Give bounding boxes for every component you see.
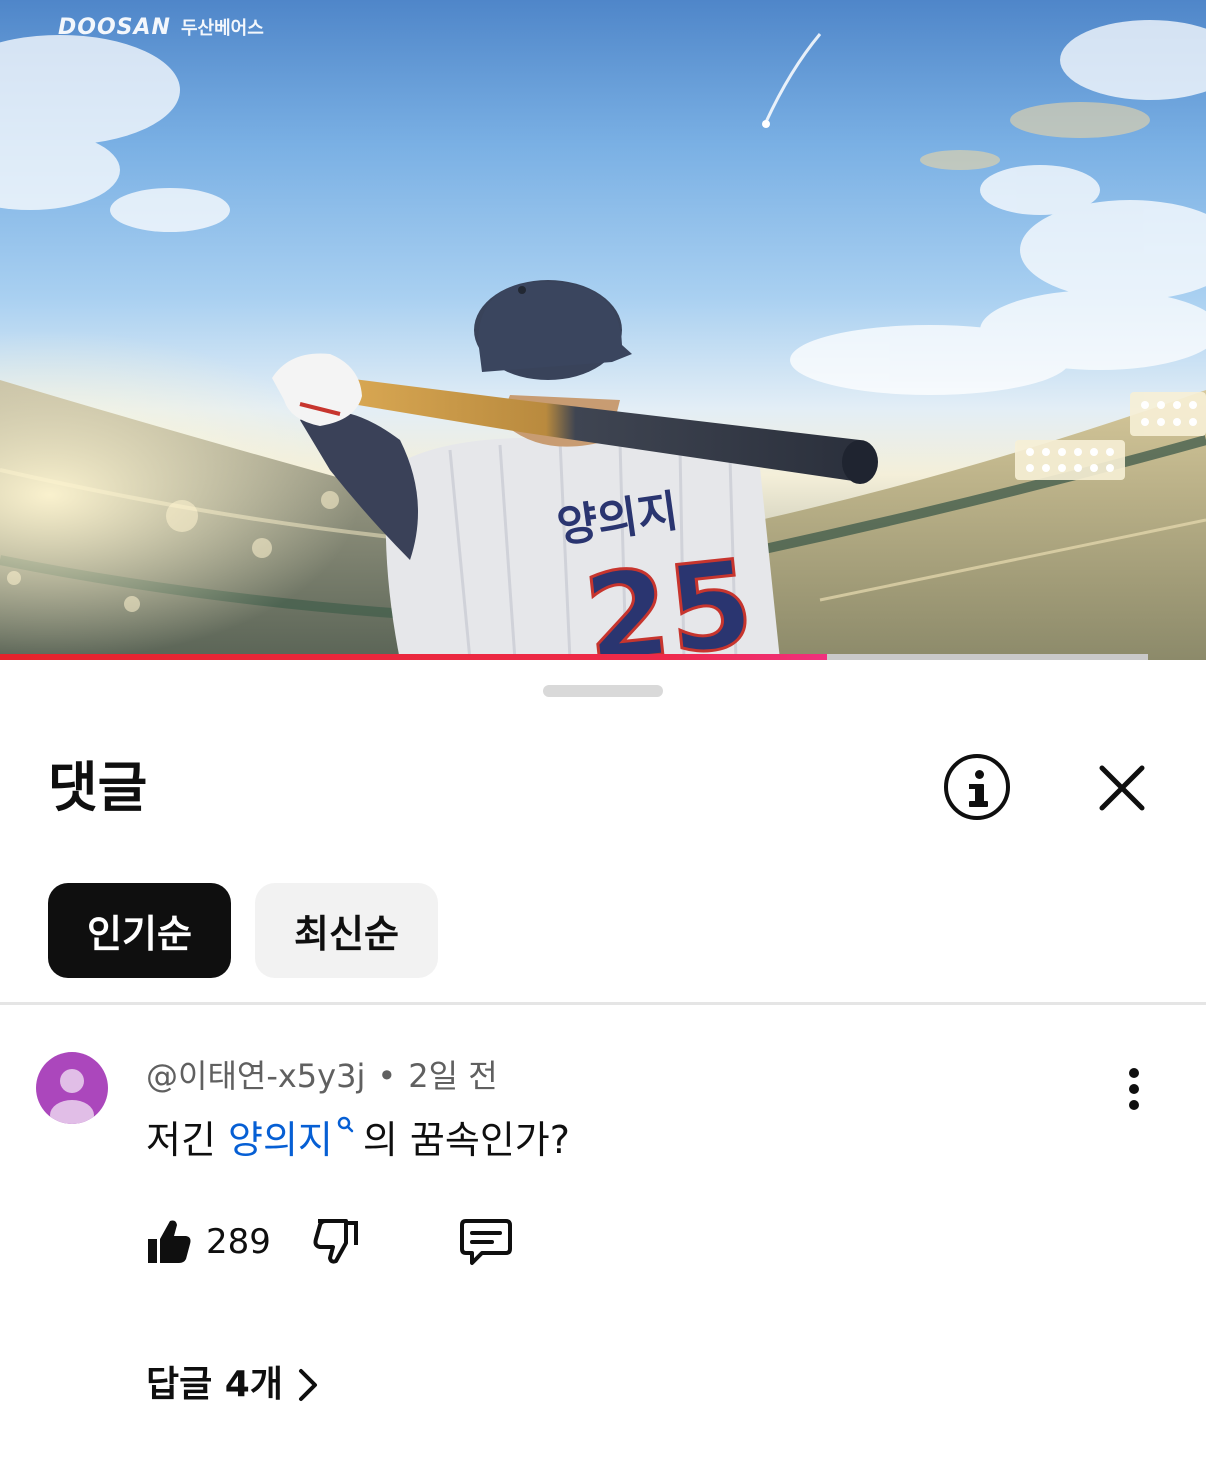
kebab-dot: [1129, 1068, 1139, 1078]
info-button[interactable]: [944, 754, 1010, 820]
sheet-drag-handle[interactable]: [543, 685, 663, 697]
comment-text-after: 의 꿈속인가?: [362, 1118, 570, 1162]
reply-button[interactable]: [460, 1217, 512, 1267]
comment-search-link[interactable]: 양의지: [228, 1116, 363, 1162]
comment-meta: @이태연-x5y3j • 2일 전: [146, 1056, 498, 1096]
video-frame-illustration: 양의지 25: [0, 20, 1206, 660]
comment-link-text: 양의지: [228, 1118, 333, 1162]
search-icon: [337, 1116, 354, 1133]
kebab-dot: [1129, 1100, 1139, 1110]
comment-bubble-icon: [460, 1219, 512, 1265]
meta-separator: •: [377, 1057, 397, 1095]
view-replies-button[interactable]: 답글 4개: [146, 1360, 319, 1410]
close-icon: [1099, 765, 1145, 811]
jersey-number: 25: [579, 535, 760, 660]
chevron-right-icon: [298, 1369, 317, 1401]
comment-author[interactable]: @이태연-x5y3j: [146, 1057, 365, 1095]
avatar[interactable]: [36, 1052, 108, 1124]
thumbs-down-icon: [313, 1219, 358, 1264]
dislike-button[interactable]: [312, 1217, 360, 1265]
sort-tab-label: 최신순: [294, 912, 399, 956]
channel-watermark: DOOSAN 두산베어스: [58, 12, 264, 42]
comments-sheet: 댓글 인기순 최신순 @이태연-x5y3j • 2일 전 저긴 양의지 의 꿈속…: [0, 660, 1206, 1467]
sheet-title: 댓글: [48, 756, 148, 819]
divider: [0, 1002, 1206, 1005]
close-button[interactable]: [1096, 762, 1148, 814]
comment-text: 저긴 양의지 의 꿈속인가?: [146, 1114, 570, 1166]
sort-tab-newest[interactable]: 최신순: [255, 883, 438, 978]
watermark-sub: 두산베어스: [180, 18, 264, 39]
replies-label: 답글 4개: [146, 1364, 283, 1405]
sort-tab-label: 인기순: [87, 912, 192, 956]
like-count: 289: [206, 1222, 271, 1262]
video-player[interactable]: 양의지 25 DOOSAN 두산베어스: [0, 0, 1206, 660]
thumbs-up-icon: [148, 1220, 191, 1263]
kebab-dot: [1129, 1084, 1139, 1094]
like-button[interactable]: [146, 1217, 192, 1265]
comment-time: 2일 전: [408, 1057, 498, 1095]
watermark-brand: DOOSAN: [58, 14, 171, 40]
comment-text-before: 저긴: [146, 1118, 228, 1162]
sort-tab-top[interactable]: 인기순: [48, 883, 231, 978]
more-options-button[interactable]: [1118, 1068, 1150, 1110]
reply-thread-line: [70, 1130, 134, 1384]
default-avatar-icon: [50, 1069, 94, 1124]
